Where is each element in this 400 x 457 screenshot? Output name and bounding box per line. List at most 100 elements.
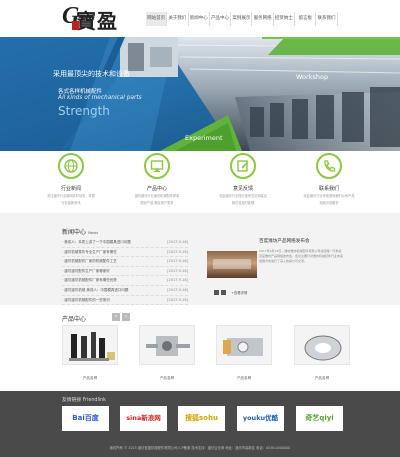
news-title-en: News xyxy=(87,230,99,235)
service-title: 行业新闻 xyxy=(60,186,81,192)
news-feature-title[interactable]: 百度潍坊产品网络发布会 xyxy=(259,238,310,244)
news-more-link[interactable]: +查看详情 xyxy=(231,290,247,295)
header: G 寶盈 网站首页 关于我们 新闻中心 产品中心 案例展示 服务网络 招贤纳士 … xyxy=(0,0,400,37)
product-image xyxy=(216,325,272,365)
banner-strength: Strength xyxy=(58,104,110,118)
nav-item-news[interactable]: 新闻中心 xyxy=(189,12,210,26)
nav-item-home[interactable]: 网站首页 xyxy=(146,12,168,26)
friendlink-sina[interactable]: sina新浪网 xyxy=(120,406,167,431)
news-title-cn: 新闻中心 xyxy=(62,229,87,236)
news-list-item[interactable]: · 潍坊机械零件专业生产厂家有哪些 [2017-9-18] xyxy=(62,248,188,258)
news-feature-image[interactable] xyxy=(207,251,257,278)
friendlink-sohu[interactable]: 搜狐sohu xyxy=(178,406,225,431)
service-title: 联系我们 xyxy=(318,186,339,192)
news-list-item[interactable]: · 潍坊潍坊机械配件厂家有哪些优势 [2017-9-18] xyxy=(62,276,188,286)
news-item-text: · 潍坊潍坊机械配件厂家有哪些优势 xyxy=(62,278,117,283)
products-next-button[interactable]: › xyxy=(122,313,130,321)
banner-workshop-label: Workshop xyxy=(296,73,329,81)
main-nav: 网站首页 关于我们 新闻中心 产品中心 案例展示 服务网络 招贤纳士 留言板 联… xyxy=(146,12,338,26)
edit-icon xyxy=(230,153,256,179)
product-image xyxy=(294,325,350,365)
news-item-date: [2017-9-18] xyxy=(167,268,188,273)
service-desc: 行业最新资讯 xyxy=(61,200,81,205)
product-caption: 产品名称 xyxy=(82,376,98,380)
news-pager-prev[interactable] xyxy=(214,290,219,295)
products-section-title: 产品中心 xyxy=(62,316,87,323)
friendlink-qiyi[interactable]: 奇艺qiyi xyxy=(296,406,343,431)
news-list-item[interactable]: · 潍坊机械配件厂家的机械配件工艺 [2017-9-18] xyxy=(62,257,188,267)
nav-item-about[interactable]: 关于我们 xyxy=(167,12,189,26)
banner-experiment-label: Experiment xyxy=(185,134,223,142)
friendlinks-row: Bai百度 sina新浪网 搜狐sohu youku优酷 奇艺qiyi xyxy=(62,406,350,431)
services-row: 行业新闻 关注潍坊行业新闻实时动态，掌握 行业最新资讯 产品中心 潍坊潍坊行业潍… xyxy=(40,153,370,213)
product-caption: 产品名称 xyxy=(159,376,175,380)
news-list-item[interactable]: · 潍坊潍坊机械 美成人：中国模具进口问题 [2017-9-18] xyxy=(62,286,188,296)
service-desc: 欢迎潍坊行业来电咨询我们公司产品 xyxy=(303,194,355,198)
service-feedback[interactable]: 意见反馈 欢迎潍坊行业提出宝贵意见和建议 我们将及时处理 xyxy=(212,153,274,205)
news-item-text: · 潍坊潍坊机械 美成人：中国模具进口问题 xyxy=(62,287,129,292)
product-card[interactable]: 产品名称 xyxy=(294,325,350,381)
news-list-item[interactable]: · 潍坊潍坊配件生产厂家哪家好 [2017-9-18] xyxy=(62,267,188,277)
nav-item-contact[interactable]: 联系我们 xyxy=(316,12,338,26)
products-prev-button[interactable]: ‹ xyxy=(112,313,120,321)
news-item-date: [2017-9-18] xyxy=(167,278,188,283)
product-caption: 产品名称 xyxy=(314,376,330,380)
products-arrows: ‹ › xyxy=(112,313,130,321)
nav-item-service[interactable]: 服务网络 xyxy=(252,12,274,26)
nav-item-cases[interactable]: 案例展示 xyxy=(231,12,253,26)
service-desc: 我们将及时处理 xyxy=(231,200,255,205)
service-desc: 潍坊潍坊行业潍坊机械配件质量 xyxy=(134,194,180,198)
news-item-text: · 潍坊潍坊机械配件的一些常识 xyxy=(62,297,110,302)
service-desc: 关注潍坊行业新闻实时动态，掌握 xyxy=(47,194,95,198)
news-feature-desc: 2017年9月18日—潍坊潍坊机械配件有限公司总经理一行参加百度潍坊产品网络发布… xyxy=(259,249,344,263)
friendlink-baidu[interactable]: Bai百度 xyxy=(62,406,109,431)
news-item-text: · 潍坊机械零件专业生产厂家有哪些 xyxy=(62,249,117,254)
news-item-text: · 潍坊机械配件厂家的机械配件工艺 xyxy=(62,259,117,264)
news-section-title: 新闻中心 News xyxy=(62,227,98,236)
news-item-date: [2017-9-18] xyxy=(167,287,188,292)
product-card[interactable]: 产品名称 xyxy=(216,325,272,381)
friendlink-label: youku优酷 xyxy=(242,414,279,422)
service-contact[interactable]: 联系我们 欢迎潍坊行业来电咨询我们公司产品 竭诚为您服务 xyxy=(298,153,360,205)
product-card[interactable]: 产品名称 xyxy=(139,325,195,381)
nav-item-message[interactable]: 留言板 xyxy=(295,12,317,26)
banner-slogan: 采用最顶尖的技术和设备 xyxy=(53,70,130,78)
product-caption: 产品名称 xyxy=(236,376,252,380)
news-item-date: [2017-9-18] xyxy=(167,297,188,302)
news-pager-next[interactable] xyxy=(221,290,226,295)
monitor-icon xyxy=(144,153,170,179)
news-list-item[interactable]: · 美成人：本质上讲了一下中国模具进口问题 [2017-9-18] xyxy=(62,238,188,248)
friendlink-label: 搜狐sohu xyxy=(185,414,218,422)
friendlink-youku[interactable]: youku优酷 xyxy=(237,406,284,431)
news-list: · 美成人：本质上讲了一下中国模具进口问题 [2017-9-18] · 潍坊机械零… xyxy=(62,238,188,306)
news-list-item[interactable]: · 潍坊潍坊机械配件的一些常识 [2017-9-18] xyxy=(62,296,188,306)
service-products[interactable]: 产品中心 潍坊潍坊行业潍坊机械配件质量 超优产品 满足用户需求 xyxy=(126,153,188,205)
service-desc: 超优产品 满足用户需求 xyxy=(140,200,174,205)
friendlink-label: Bai百度 xyxy=(72,414,99,422)
news-item-text: · 潍坊潍坊配件生产厂家哪家好 xyxy=(62,268,110,273)
news-item-text: · 美成人：本质上讲了一下中国模具进口问题 xyxy=(62,240,131,244)
news-item-date: [2017-9-18] xyxy=(167,259,188,264)
logo-seal xyxy=(72,21,79,30)
products-row: 产品名称 产品名称 产品名称 产品名称 xyxy=(62,325,350,380)
product-card[interactable]: 产品名称 xyxy=(62,325,118,381)
product-image xyxy=(139,325,195,365)
service-industry-news[interactable]: 行业新闻 关注潍坊行业新闻实时动态，掌握 行业最新资讯 xyxy=(40,153,102,205)
service-desc: 竭诚为您服务 xyxy=(319,200,339,205)
news-photo-detail xyxy=(213,259,251,269)
friendlink-label: 奇艺qiyi xyxy=(305,414,334,422)
friendlinks-title: 友情链接 Friendlink xyxy=(62,398,106,403)
banner-subtitle-en: All kinds of mechanical parts xyxy=(58,95,142,101)
news-item-date: [2017-9-18] xyxy=(167,240,188,244)
logo[interactable]: G 寶盈 xyxy=(62,3,124,35)
service-desc: 欢迎潍坊行业提出宝贵意见和建议 xyxy=(219,194,267,198)
globe-icon xyxy=(58,153,84,179)
logo-chinese: 寶盈 xyxy=(76,9,118,33)
nav-item-products[interactable]: 产品中心 xyxy=(210,12,232,26)
news-pager xyxy=(214,290,226,296)
banner-subtitle-cn: 各式各样机械配件 xyxy=(58,89,103,95)
nav-item-jobs[interactable]: 招贤纳士 xyxy=(274,12,296,26)
service-title: 产品中心 xyxy=(146,186,167,192)
service-title: 意见反馈 xyxy=(232,186,253,192)
news-item-date: [2017-9-18] xyxy=(167,249,188,254)
